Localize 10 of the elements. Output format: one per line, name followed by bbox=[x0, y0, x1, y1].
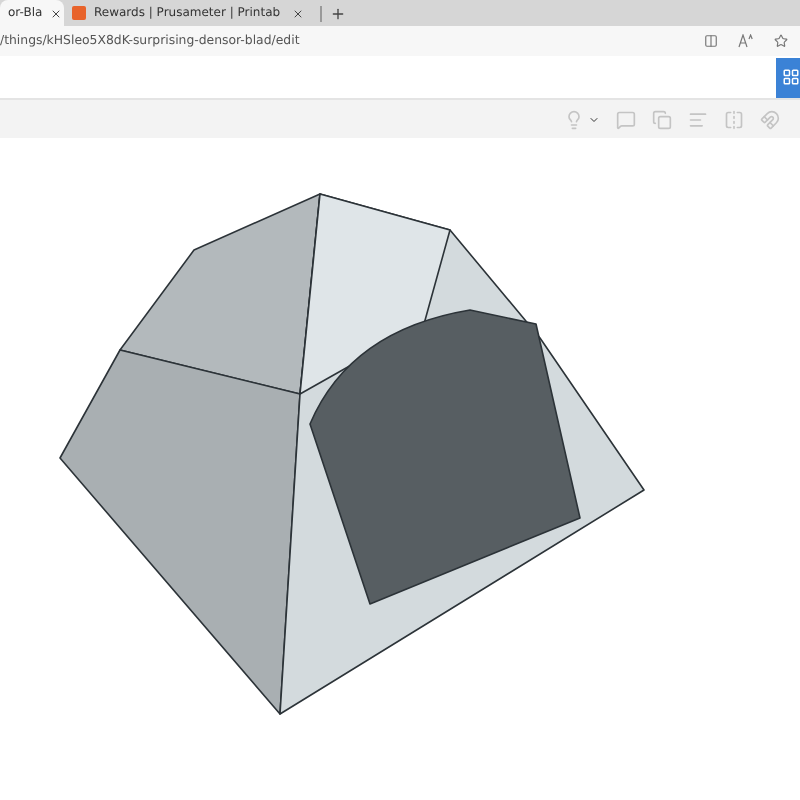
site-favicon-icon bbox=[72, 6, 86, 21]
new-tab-icon[interactable] bbox=[330, 5, 346, 22]
grid-icon bbox=[782, 68, 800, 87]
close-icon[interactable] bbox=[292, 7, 304, 20]
caret-icon[interactable] bbox=[588, 113, 600, 126]
read-aloud-icon[interactable] bbox=[738, 34, 754, 49]
close-icon[interactable] bbox=[50, 7, 63, 20]
favorite-star-icon[interactable] bbox=[774, 34, 788, 49]
apps-grid-button[interactable] bbox=[776, 57, 800, 98]
split-screen-icon[interactable] bbox=[704, 34, 718, 49]
